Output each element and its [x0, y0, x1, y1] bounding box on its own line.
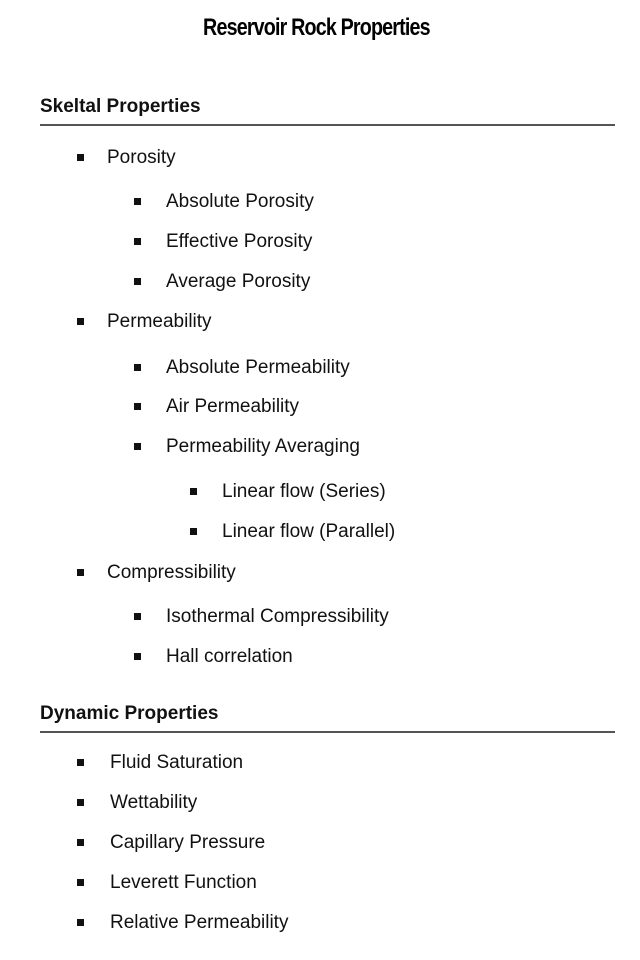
list-item-label: Compressibility	[107, 562, 236, 583]
section-heading-dynamic: Dynamic Properties	[40, 703, 615, 733]
bullet-icon	[77, 759, 84, 766]
bullet-icon	[77, 919, 84, 926]
list-item-label: Absolute Porosity	[166, 191, 314, 212]
list-item-label: Absolute Permeability	[166, 357, 350, 378]
bullet-icon	[77, 154, 84, 161]
list-item-label: Fluid Saturation	[110, 752, 244, 773]
list-item-label: Linear flow (Series)	[222, 481, 386, 502]
bullet-icon	[134, 653, 141, 660]
bullet-icon	[77, 879, 84, 886]
list-item-label: Air Permeability	[166, 396, 300, 417]
bullet-icon	[134, 443, 141, 450]
bullet-icon	[77, 799, 84, 806]
bullet-icon	[77, 569, 84, 576]
bullet-icon	[134, 364, 141, 371]
list-item-label: Porosity	[107, 147, 176, 168]
bullet-icon	[134, 403, 141, 410]
list-item-label: Average Porosity	[166, 271, 311, 292]
bullet-icon	[190, 528, 197, 535]
bullet-icon	[134, 238, 141, 245]
list-item-label: Isothermal Compressibility	[166, 606, 389, 627]
list-item-label: Linear flow (Parallel)	[222, 521, 396, 542]
bullet-icon	[77, 839, 84, 846]
bullet-icon	[134, 198, 141, 205]
bullet-icon	[134, 278, 141, 285]
bullet-icon	[190, 488, 197, 495]
list-item-label: Relative Permeability	[110, 912, 289, 933]
page-title: Reservoir Rock Properties	[203, 14, 431, 41]
list-item-label: Leverett Function	[110, 872, 257, 893]
bullet-icon	[134, 613, 141, 620]
list-item-label: Capillary Pressure	[110, 832, 266, 853]
section-heading-skeltal: Skeltal Properties	[40, 96, 615, 126]
list-item-label: Permeability Averaging	[166, 436, 360, 457]
list-item-label: Effective Porosity	[166, 231, 313, 252]
list-item-label: Wettability	[110, 792, 198, 813]
list-item-label: Permeability	[107, 311, 212, 332]
bullet-icon	[77, 318, 84, 325]
list-item-label: Hall correlation	[166, 646, 293, 667]
